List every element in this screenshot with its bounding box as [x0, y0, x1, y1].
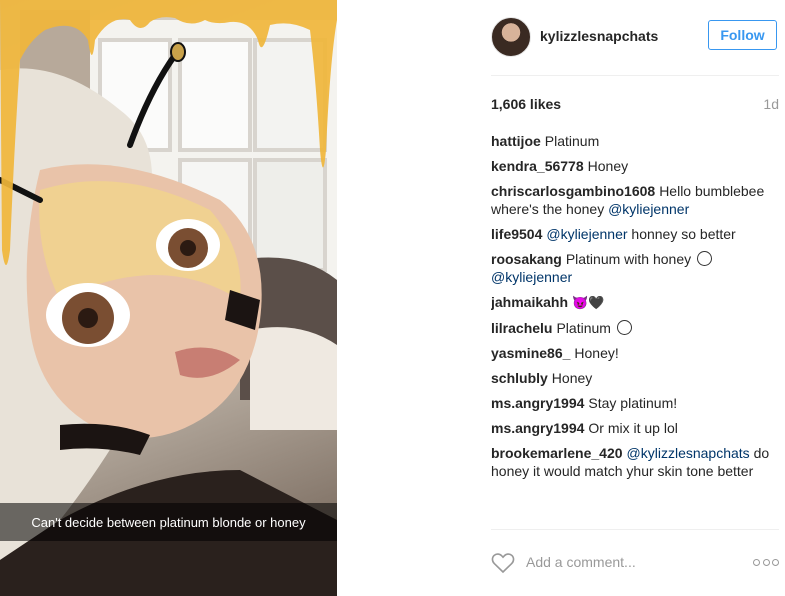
comment-item: roosakang Platinum with honey @kyliejenne… — [491, 250, 779, 286]
comment-username[interactable]: ms.angry1994 — [491, 395, 584, 411]
comment-text: Platinum — [544, 133, 600, 149]
comment-item: jahmaikahh 😈🖤 — [491, 293, 779, 312]
more-dot — [762, 558, 770, 566]
comment-input[interactable] — [526, 551, 726, 573]
comment-text: Platinum with honey — [565, 251, 692, 267]
post-header: kylizzlesnapchats Follow — [337, 0, 785, 76]
emoji-icon — [616, 320, 632, 335]
footer-divider — [491, 529, 779, 530]
comment-item: brookemarlene_420 @kylizzlesnapchats do h… — [491, 444, 779, 480]
comment-username[interactable]: yasmine86_ — [491, 345, 570, 361]
comment-text: Platinum — [556, 320, 611, 336]
comment-item: lilrachelu Platinum — [491, 319, 779, 337]
comment-list[interactable]: hattijoe Platinum kendra_56778 Honey chris… — [491, 132, 779, 530]
comment-item: schlubly Honey — [491, 369, 779, 387]
comment-item: chriscarlosgambino1608 Hello bumblebee wh… — [491, 182, 779, 218]
avatar[interactable] — [491, 17, 531, 57]
comment-text: honney so better — [631, 226, 736, 242]
follow-button[interactable]: Follow — [708, 20, 777, 50]
comment-username[interactable]: life9504 — [491, 226, 542, 242]
comment-username[interactable]: hattijoe — [491, 133, 541, 149]
comment-item: ms.angry1994 Or mix it up lol — [491, 419, 779, 437]
comment-text: Stay platinum! — [588, 395, 678, 411]
comment-text: Honey! — [574, 345, 619, 361]
post-time[interactable]: 1d — [763, 96, 779, 112]
comment-item: life9504 @kyliejenner honney so better — [491, 225, 779, 243]
more-dot — [772, 558, 779, 566]
comment-text: 😈🖤 — [572, 295, 605, 310]
likes-count[interactable]: 1,606 likes — [491, 96, 561, 112]
add-comment-row — [491, 540, 779, 584]
post-photo[interactable]: Can't decide between platinum blonde or … — [0, 0, 337, 596]
comment-username[interactable]: jahmaikahh — [491, 294, 568, 310]
comment-username[interactable]: roosakang — [491, 251, 562, 267]
post-details-panel: kylizzlesnapchats Follow 1,606 likes 1d … — [337, 0, 785, 596]
more-dot — [753, 558, 760, 566]
comment-username[interactable]: ms.angry1994 — [491, 420, 584, 436]
comment-mention[interactable]: @kyliejenner — [491, 269, 572, 285]
comment-item: yasmine86_ Honey! — [491, 344, 779, 362]
header-divider — [491, 75, 779, 76]
comment-item: hattijoe Platinum — [491, 132, 779, 150]
header-username[interactable]: kylizzlesnapchats — [540, 28, 658, 44]
comment-mention[interactable]: @kyliejenner — [608, 201, 689, 217]
comment-username[interactable]: brookemarlene_420 — [491, 445, 623, 461]
comment-mention[interactable]: @kyliejenner — [546, 226, 627, 242]
comment-username[interactable]: lilrachelu — [491, 320, 552, 336]
comment-username[interactable]: schlubly — [491, 370, 548, 386]
comment-username[interactable]: chriscarlosgambino1608 — [491, 183, 655, 199]
comment-text: Or mix it up lol — [588, 420, 678, 436]
comment-text: Honey — [551, 370, 593, 386]
heart-outline-icon[interactable] — [491, 552, 515, 574]
caption-bar: Can't decide between platinum blonde or … — [0, 503, 337, 541]
comment-item: ms.angry1994 Stay platinum! — [491, 394, 779, 412]
comment-mention[interactable]: @kylizzlesnapchats — [627, 445, 750, 461]
photo-caption: Can't decide between platinum blonde or … — [31, 514, 306, 530]
more-options-icon[interactable] — [753, 553, 779, 571]
emoji-icon — [697, 251, 712, 266]
comment-item: kendra_56778 Honey — [491, 157, 779, 175]
comment-text: Honey — [587, 158, 629, 174]
comment-username[interactable]: kendra_56778 — [491, 158, 584, 174]
